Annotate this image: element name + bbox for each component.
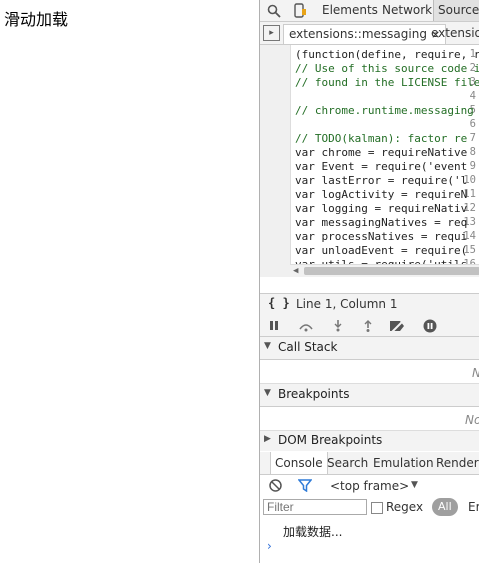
level-all-button[interactable]: All — [432, 498, 458, 516]
code-line: // Use of this source code i — [295, 62, 479, 75]
scroll-left-icon[interactable]: ◀ — [293, 265, 298, 277]
tab-rendering[interactable]: Renderin — [432, 452, 479, 474]
dom-breakpoints-header[interactable]: ▶ DOM Breakpoints — [260, 431, 479, 451]
line-number[interactable]: 8 — [470, 146, 476, 158]
level-errors-button[interactable]: Er — [468, 500, 479, 514]
code-line: // TODO(kalman): factor re — [295, 132, 468, 145]
line-number[interactable]: 7 — [470, 132, 476, 144]
line-number-gutter[interactable] — [260, 45, 291, 277]
step-out-icon[interactable] — [359, 317, 377, 334]
drawer-tabs: Console Search Emulation Renderin — [260, 452, 479, 475]
console-prompt-icon[interactable]: › — [267, 539, 272, 553]
breakpoints-header[interactable]: ▼ Breakpoints — [260, 384, 479, 407]
tab-sources[interactable]: Sources — [433, 0, 479, 21]
devtools-toolbar: Elements Network Sources — [260, 0, 479, 22]
empty-placeholder: No — [465, 413, 479, 427]
clear-console-icon[interactable] — [266, 477, 284, 494]
frame-selector[interactable]: <top frame> — [330, 479, 409, 493]
console-toolbar: <top frame> ▼ — [260, 475, 479, 498]
code-editor[interactable]: 1 2 3 4 5 6 7 8 9 10 11 12 13 14 15 16 1… — [260, 45, 479, 277]
section-title: Call Stack — [278, 340, 338, 354]
tab-elements[interactable]: Elements — [318, 0, 382, 21]
code-line: var messagingNatives = req — [295, 216, 468, 229]
breakpoints-body: No — [260, 407, 479, 431]
call-stack-body: N — [260, 360, 479, 384]
scrollbar-thumb[interactable] — [304, 267, 479, 275]
filter-icon[interactable] — [296, 477, 314, 494]
regex-label: Regex — [386, 500, 424, 514]
tab-network[interactable]: Network — [378, 0, 436, 21]
cursor-position: Line 1, Column 1 — [296, 297, 398, 311]
inspect-element-icon[interactable] — [265, 2, 283, 19]
code-line: var logActivity = requireN — [295, 188, 468, 201]
code-line: (function(define, require, r — [295, 48, 479, 61]
expanded-triangle-icon: ▼ — [264, 341, 271, 351]
line-number[interactable]: 6 — [470, 118, 476, 130]
console-message: 加载数据... — [283, 525, 343, 539]
console-filter-bar: Regex All Er — [260, 497, 479, 520]
code-line: // found in the LICENSE file — [295, 76, 479, 89]
line-number[interactable]: 4 — [470, 90, 476, 102]
code-line: // chrome.runtime.messaging — [295, 104, 474, 117]
tab-console[interactable]: Console — [270, 452, 328, 474]
code-line: var lastError = require('l — [295, 174, 468, 187]
debugger-toolbar — [260, 315, 479, 337]
step-over-icon[interactable] — [297, 317, 315, 334]
code-line: var logging = requireNativ — [295, 202, 468, 215]
file-tab-label: extensions::messaging — [289, 27, 427, 41]
chevron-down-icon[interactable]: ▼ — [411, 480, 418, 490]
page-text: 滑动加载 — [4, 10, 69, 29]
file-tab-next[interactable]: extension — [426, 24, 479, 44]
tab-emulation[interactable]: Emulation — [369, 452, 438, 474]
step-into-icon[interactable] — [329, 317, 347, 334]
file-tab-messaging[interactable]: extensions::messaging × — [283, 24, 447, 44]
pause-icon[interactable] — [265, 317, 283, 334]
section-title: Breakpoints — [278, 387, 350, 401]
call-stack-header[interactable]: ▼ Call Stack — [260, 337, 479, 360]
toggle-navigator-icon[interactable]: ▸ — [263, 25, 280, 41]
pause-on-exceptions-icon[interactable] — [421, 317, 439, 334]
empty-placeholder: N — [472, 366, 479, 380]
code-line: var Event = require('event — [295, 160, 468, 173]
expanded-triangle-icon: ▼ — [264, 388, 271, 398]
device-mode-icon[interactable] — [291, 2, 309, 19]
deactivate-breakpoints-icon[interactable] — [389, 317, 407, 334]
filter-input[interactable] — [263, 499, 367, 515]
console-output[interactable]: 加载数据... › — [260, 519, 479, 563]
pretty-print-button[interactable]: { } — [268, 296, 290, 310]
line-number[interactable]: 9 — [470, 160, 476, 172]
collapsed-triangle-icon: ▶ — [264, 434, 271, 444]
horizontal-scrollbar[interactable]: ◀ — [290, 264, 479, 277]
file-tabs-bar: ▸ extensions::messaging× extension — [260, 22, 479, 45]
code-line: var unloadEvent = require( — [295, 244, 468, 257]
editor-status-bar: { } Line 1, Column 1 — [260, 293, 479, 316]
devtools-panel: Elements Network Sources ▸ extensions::m… — [259, 0, 479, 563]
code-line: var processNatives = requi — [295, 230, 468, 243]
section-title: DOM Breakpoints — [278, 433, 383, 447]
regex-checkbox[interactable] — [371, 502, 383, 514]
code-line: var chrome = requireNative — [295, 146, 468, 159]
tab-search[interactable]: Search — [323, 452, 372, 474]
